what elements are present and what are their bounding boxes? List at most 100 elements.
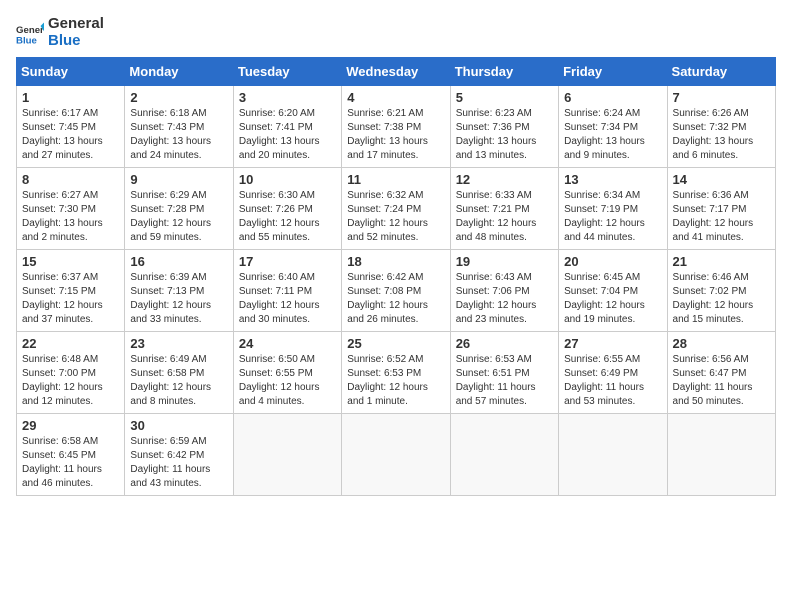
day-number: 24 [239,336,336,351]
day-info: Sunrise: 6:24 AM Sunset: 7:34 PM Dayligh… [564,107,661,163]
day-info: Sunrise: 6:48 AM Sunset: 7:00 PM Dayligh… [22,353,119,409]
day-number: 18 [347,254,444,269]
col-header-sunday: Sunday [17,58,125,86]
logo: General Blue General Blue [16,16,104,49]
day-cell-20: 20Sunrise: 6:45 AM Sunset: 7:04 PM Dayli… [559,250,667,332]
day-cell-22: 22 Sunrise: 6:48 AM Sunset: 7:00 PM Dayli… [17,332,125,414]
day-cell-25: 25 Sunrise: 6:52 AM Sunset: 6:53 PM Dayli… [342,332,450,414]
day-cell-16: 16Sunrise: 6:39 AM Sunset: 7:13 PM Dayli… [125,250,233,332]
day-cell-9: 9 Sunrise: 6:29 AM Sunset: 7:28 PM Daylig… [125,168,233,250]
calendar-row: 1 Sunrise: 6:17 AM Sunset: 7:45 PM Daylig… [17,86,776,168]
day-number: 23 [130,336,227,351]
day-info: Sunrise: 6:36 AM Sunset: 7:17 PM Dayligh… [673,189,770,245]
day-info: Sunrise: 6:18 AM Sunset: 7:43 PM Dayligh… [130,107,227,163]
day-number: 28 [673,336,770,351]
day-info: Sunrise: 6:58 AM Sunset: 6:45 PM Dayligh… [22,435,119,491]
day-cell-29: 29 Sunrise: 6:58 AM Sunset: 6:45 PM Dayli… [17,414,125,496]
col-header-wednesday: Wednesday [342,58,450,86]
day-number: 19 [456,254,553,269]
day-info: Sunrise: 6:50 AM Sunset: 6:55 PM Dayligh… [239,353,336,409]
day-info: Sunrise: 6:29 AM Sunset: 7:28 PM Dayligh… [130,189,227,245]
day-info: Sunrise: 6:33 AM Sunset: 7:21 PM Dayligh… [456,189,553,245]
day-info: Sunrise: 6:40 AM Sunset: 7:11 PM Dayligh… [239,271,336,327]
day-number: 6 [564,90,661,105]
day-number: 11 [347,172,444,187]
day-info: Sunrise: 6:52 AM Sunset: 6:53 PM Dayligh… [347,353,444,409]
day-number: 27 [564,336,661,351]
calendar-table: SundayMondayTuesdayWednesdayThursdayFrid… [16,57,776,496]
day-cell-1: 1 Sunrise: 6:17 AM Sunset: 7:45 PM Daylig… [17,86,125,168]
day-number: 5 [456,90,553,105]
day-number: 29 [22,418,119,433]
day-info: Sunrise: 6:30 AM Sunset: 7:26 PM Dayligh… [239,189,336,245]
day-cell-26: 26Sunrise: 6:53 AM Sunset: 6:51 PM Dayli… [450,332,558,414]
day-cell-13: 13 Sunrise: 6:34 AM Sunset: 7:19 PM Dayli… [559,168,667,250]
calendar-body: 1 Sunrise: 6:17 AM Sunset: 7:45 PM Daylig… [17,86,776,496]
day-cell-17: 17 Sunrise: 6:40 AM Sunset: 7:11 PM Dayli… [233,250,341,332]
day-cell-21: 21 Sunrise: 6:46 AM Sunset: 7:02 PM Dayli… [667,250,775,332]
logo-icon: General Blue [16,19,44,47]
day-info: Sunrise: 6:37 AM Sunset: 7:15 PM Dayligh… [22,271,119,327]
day-cell-12: 12 Sunrise: 6:33 AM Sunset: 7:21 PM Dayli… [450,168,558,250]
day-info: Sunrise: 6:56 AM Sunset: 6:47 PM Dayligh… [673,353,770,409]
day-cell-6: 6 Sunrise: 6:24 AM Sunset: 7:34 PM Daylig… [559,86,667,168]
calendar-header-row: SundayMondayTuesdayWednesdayThursdayFrid… [17,58,776,86]
day-cell-27: 27 Sunrise: 6:55 AM Sunset: 6:49 PM Dayli… [559,332,667,414]
calendar-row: 8 Sunrise: 6:27 AM Sunset: 7:30 PM Daylig… [17,168,776,250]
day-cell-10: 10Sunrise: 6:30 AM Sunset: 7:26 PM Dayli… [233,168,341,250]
day-cell-14: 14 Sunrise: 6:36 AM Sunset: 7:17 PM Dayli… [667,168,775,250]
day-cell-30: 30 Sunrise: 6:59 AM Sunset: 6:42 PM Dayli… [125,414,233,496]
day-info: Sunrise: 6:32 AM Sunset: 7:24 PM Dayligh… [347,189,444,245]
day-number: 15 [22,254,119,269]
col-header-saturday: Saturday [667,58,775,86]
day-cell-28: 28 Sunrise: 6:56 AM Sunset: 6:47 PM Dayli… [667,332,775,414]
day-number: 21 [673,254,770,269]
col-header-tuesday: Tuesday [233,58,341,86]
day-number: 16 [130,254,227,269]
day-info: Sunrise: 6:20 AM Sunset: 7:41 PM Dayligh… [239,107,336,163]
day-number: 14 [673,172,770,187]
day-cell-11: 11 Sunrise: 6:32 AM Sunset: 7:24 PM Dayli… [342,168,450,250]
day-cell-15: 15 Sunrise: 6:37 AM Sunset: 7:15 PM Dayli… [17,250,125,332]
day-cell-18: 18 Sunrise: 6:42 AM Sunset: 7:08 PM Dayli… [342,250,450,332]
col-header-friday: Friday [559,58,667,86]
day-info: Sunrise: 6:17 AM Sunset: 7:45 PM Dayligh… [22,107,119,163]
empty-cell [233,414,341,496]
day-number: 30 [130,418,227,433]
empty-cell [450,414,558,496]
day-info: Sunrise: 6:59 AM Sunset: 6:42 PM Dayligh… [130,435,227,491]
day-number: 26 [456,336,553,351]
day-info: Sunrise: 6:55 AM Sunset: 6:49 PM Dayligh… [564,353,661,409]
day-info: Sunrise: 6:42 AM Sunset: 7:08 PM Dayligh… [347,271,444,327]
calendar-row: 15 Sunrise: 6:37 AM Sunset: 7:15 PM Dayli… [17,250,776,332]
day-info: Sunrise: 6:45 AM Sunset: 7:04 PM Dayligh… [564,271,661,327]
day-number: 4 [347,90,444,105]
day-number: 1 [22,90,119,105]
day-number: 8 [22,172,119,187]
day-number: 22 [22,336,119,351]
empty-cell [667,414,775,496]
day-info: Sunrise: 6:49 AM Sunset: 6:58 PM Dayligh… [130,353,227,409]
day-cell-7: 7Sunrise: 6:26 AM Sunset: 7:32 PM Daylig… [667,86,775,168]
day-number: 12 [456,172,553,187]
day-number: 17 [239,254,336,269]
col-header-monday: Monday [125,58,233,86]
day-number: 2 [130,90,227,105]
day-number: 9 [130,172,227,187]
day-number: 25 [347,336,444,351]
svg-text:Blue: Blue [16,35,37,46]
day-cell-23: 23 Sunrise: 6:49 AM Sunset: 6:58 PM Dayli… [125,332,233,414]
day-cell-2: 2 Sunrise: 6:18 AM Sunset: 7:43 PM Daylig… [125,86,233,168]
svg-text:General: General [16,25,44,36]
day-cell-8: 8 Sunrise: 6:27 AM Sunset: 7:30 PM Daylig… [17,168,125,250]
empty-cell [342,414,450,496]
day-info: Sunrise: 6:46 AM Sunset: 7:02 PM Dayligh… [673,271,770,327]
day-cell-5: 5 Sunrise: 6:23 AM Sunset: 7:36 PM Daylig… [450,86,558,168]
day-info: Sunrise: 6:27 AM Sunset: 7:30 PM Dayligh… [22,189,119,245]
day-cell-19: 19 Sunrise: 6:43 AM Sunset: 7:06 PM Dayli… [450,250,558,332]
day-info: Sunrise: 6:23 AM Sunset: 7:36 PM Dayligh… [456,107,553,163]
day-number: 13 [564,172,661,187]
day-info: Sunrise: 6:34 AM Sunset: 7:19 PM Dayligh… [564,189,661,245]
day-number: 7 [673,90,770,105]
day-info: Sunrise: 6:43 AM Sunset: 7:06 PM Dayligh… [456,271,553,327]
